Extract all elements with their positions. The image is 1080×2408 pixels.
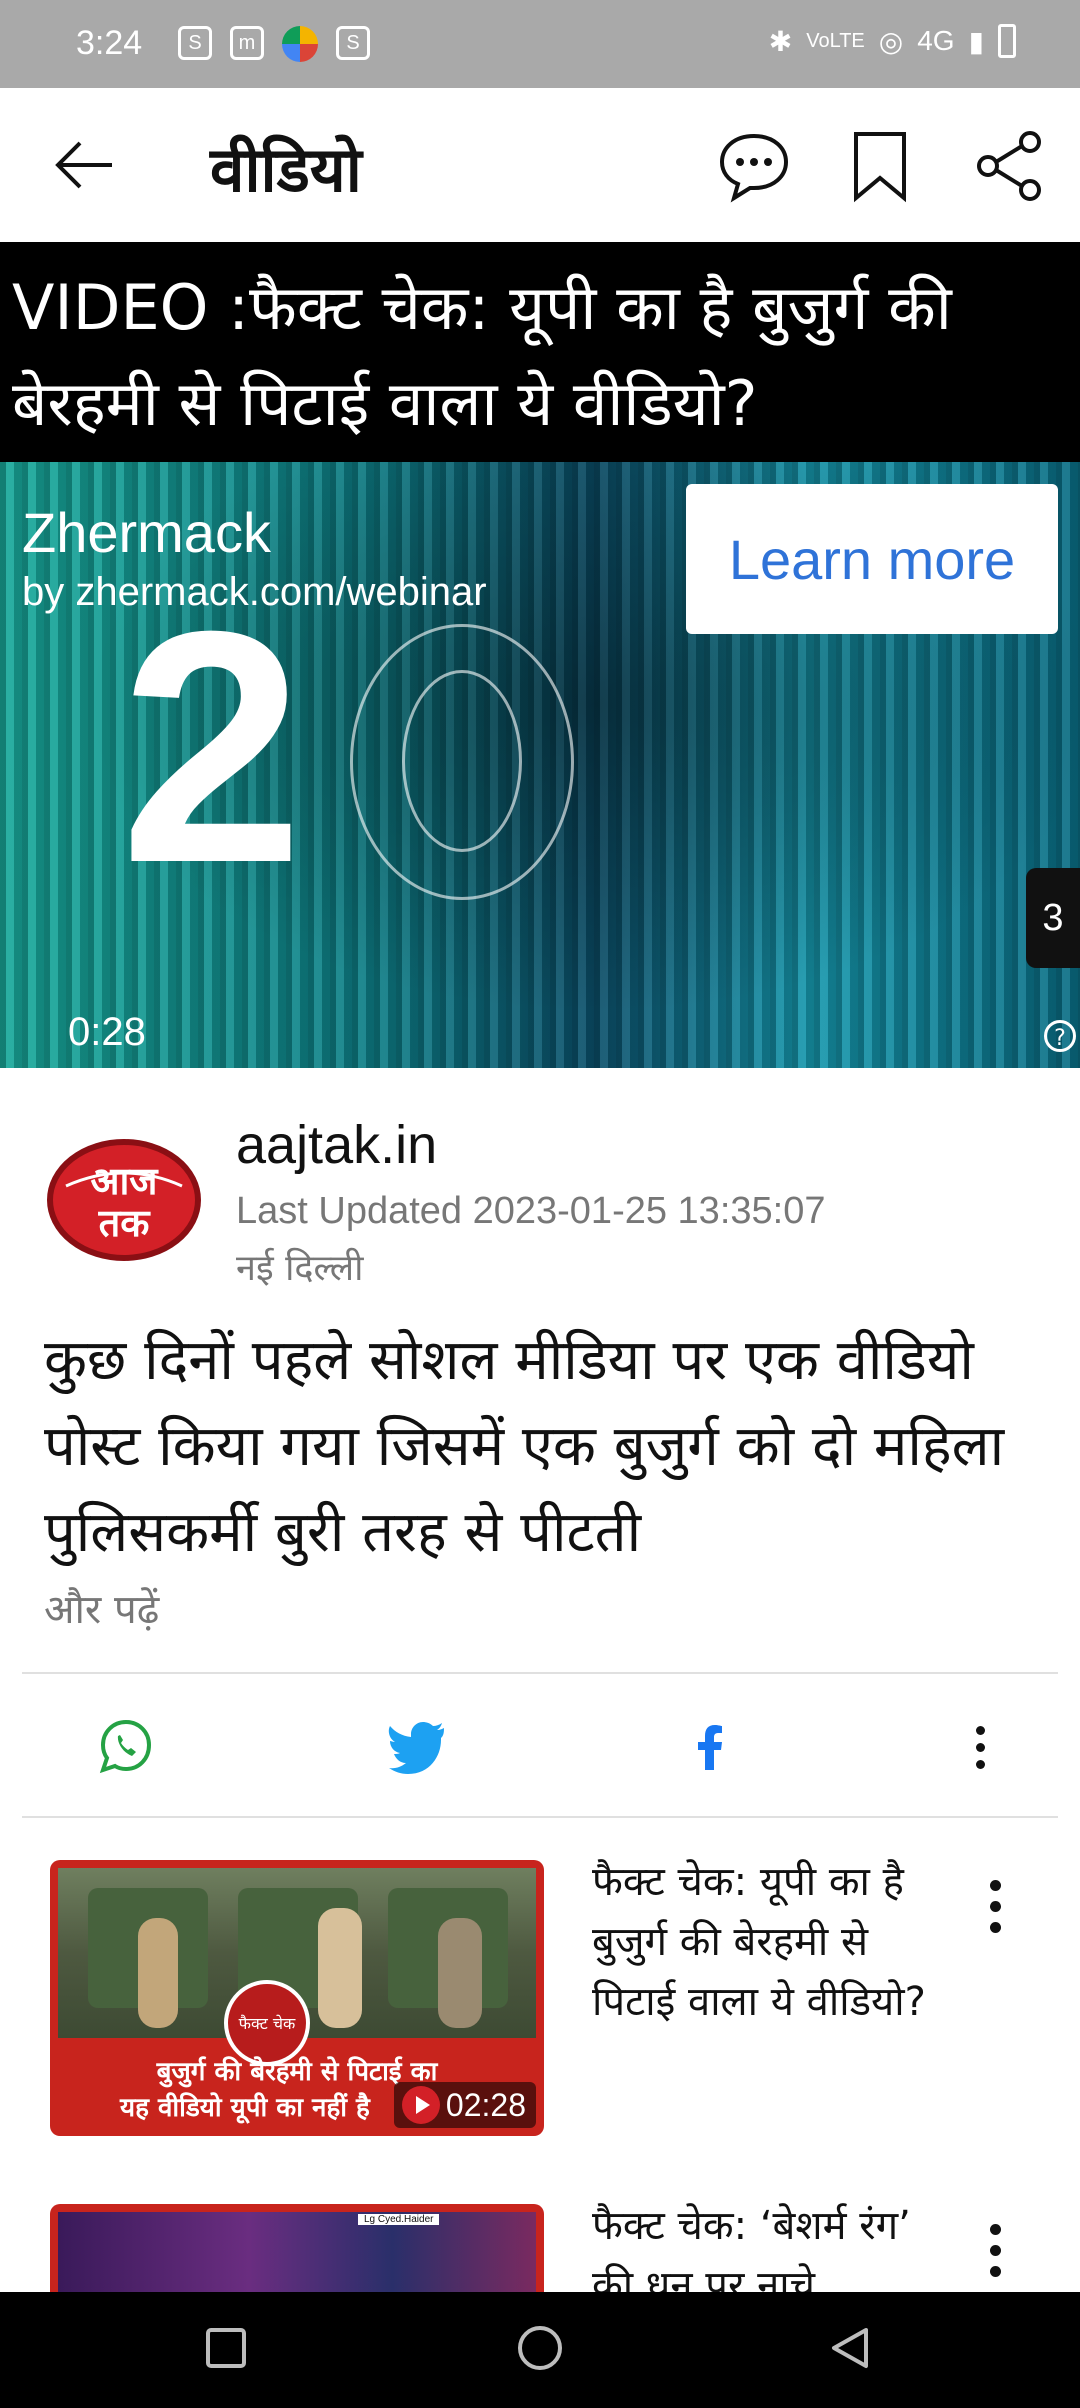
- svg-text:तक: तक: [98, 1201, 152, 1245]
- bookmark-icon[interactable]: [842, 128, 918, 204]
- headline-band: VIDEO :फैक्ट चेक: यूपी का है बुजुर्ग की …: [0, 242, 1080, 462]
- page-title: वीडियो: [210, 133, 362, 206]
- learn-more-button[interactable]: Learn more: [686, 484, 1058, 634]
- thumbnail-caption: यह वीडियो यूपी का नहीं है: [120, 2093, 370, 2123]
- status-bar: 3:24 S m S ✱ VoLTE ◎ 4G ▮: [0, 0, 1080, 88]
- status-time: 3:24: [76, 24, 143, 62]
- ad-count-badge[interactable]: 3: [1026, 868, 1080, 968]
- video-headline: VIDEO :फैक्ट चेक: यूपी का है बुजुर्ग की …: [12, 271, 952, 440]
- video-player[interactable]: 2 Zhermack by zhermack.com/webinar Learn…: [0, 462, 1080, 1068]
- sim-icon: S: [336, 26, 370, 60]
- last-updated: Last Updated 2023-01-25 13:35:07: [236, 1190, 826, 1232]
- notification-icons: S m S: [178, 26, 370, 62]
- share-icon[interactable]: [972, 128, 1048, 204]
- battery-icon: [998, 24, 1016, 58]
- system-nav-bar: [0, 2292, 1080, 2408]
- source-name[interactable]: aajtak.in: [236, 1114, 437, 1176]
- chrome-icon: [282, 26, 318, 62]
- comment-icon[interactable]: [716, 128, 792, 204]
- divider: [22, 1672, 1058, 1674]
- ad-advertiser: Zhermack: [22, 501, 271, 564]
- network-type: 4G: [917, 25, 955, 56]
- article-summary: कुछ दिनों पहले सोशल मीडिया पर एक वीडियो …: [44, 1328, 1005, 1565]
- sim-icon: S: [178, 26, 212, 60]
- system-icons: ✱ VoLTE ◎ 4G ▮: [769, 24, 1016, 58]
- related-title[interactable]: फैक्ट चेक: यूपी का है बुजुर्ग की बेरहमी …: [592, 1852, 952, 2032]
- aajtak-logo[interactable]: आज तक: [46, 1130, 202, 1264]
- signal-icon: ▮: [968, 25, 984, 57]
- whatsapp-icon[interactable]: [96, 1716, 156, 1776]
- related-more-icon[interactable]: [978, 2224, 1012, 2284]
- related-duration: 02:28: [393, 2082, 536, 2128]
- related-more-icon[interactable]: [978, 1880, 1012, 1940]
- divider: [22, 1816, 1058, 1818]
- related-title[interactable]: फैक्ट चेक: ‘बेशर्म रंग’ की धुन पर नाचे: [592, 2196, 952, 2292]
- ad-graphic-ring-inner: [402, 670, 522, 852]
- home-icon[interactable]: [516, 2324, 564, 2372]
- svg-text:आज: आज: [90, 1159, 159, 1203]
- share-more-icon[interactable]: [976, 1726, 985, 1779]
- dateline-place: नई दिल्ली: [236, 1248, 364, 1289]
- video-duration: 0:28: [68, 1010, 146, 1054]
- recents-icon[interactable]: [204, 2326, 248, 2370]
- help-icon[interactable]: ?: [1044, 1020, 1076, 1052]
- ad-graphic-number: 2: [120, 562, 304, 931]
- volte-icon: VoLTE: [806, 29, 865, 52]
- read-more-link[interactable]: और पढ़ें: [44, 1580, 159, 1635]
- back-nav-icon[interactable]: [826, 2324, 874, 2372]
- bluetooth-icon: ✱: [768, 25, 793, 57]
- back-arrow-icon[interactable]: [50, 128, 124, 202]
- app-bar: वीडियो: [0, 88, 1080, 242]
- ad-source: by zhermack.com/webinar: [22, 570, 487, 614]
- related-thumbnail[interactable]: फैक्ट चेक बुजुर्ग की बेरहमी से पिटाई का …: [50, 1860, 544, 2136]
- facebook-icon[interactable]: [680, 1716, 740, 1776]
- thumbnail-label: Lg Cyed.Haider: [358, 2214, 440, 2225]
- related-duration-text: 02:28: [445, 2087, 526, 2123]
- twitter-icon[interactable]: [388, 1716, 448, 1776]
- app-icon: m: [230, 26, 264, 60]
- hotspot-icon: ◎: [878, 25, 904, 57]
- play-icon: [401, 2086, 440, 2124]
